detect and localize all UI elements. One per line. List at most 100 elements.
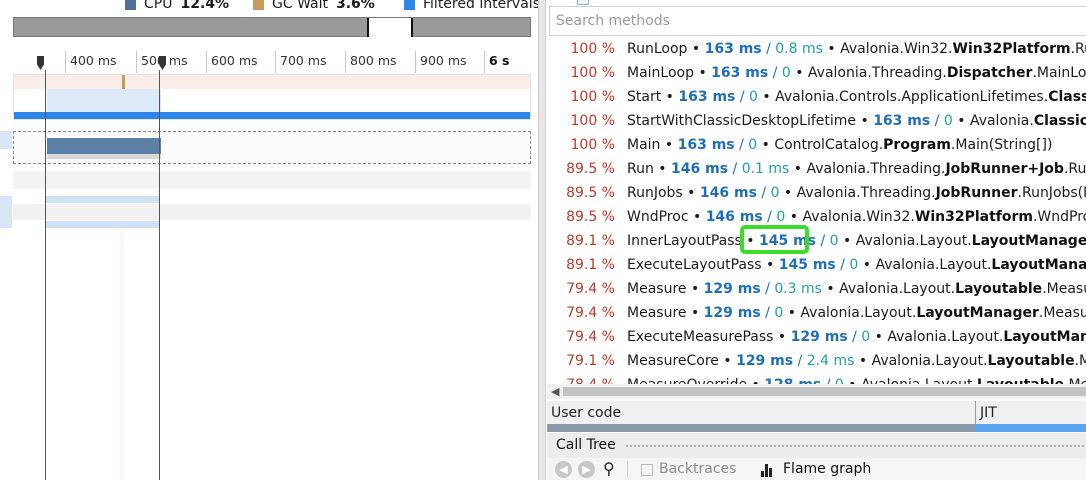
legend-filtered[interactable]: Filtered intervals bbox=[404, 0, 540, 12]
bullet: • bbox=[773, 329, 791, 345]
method-row[interactable]: 78.4 % MeasureOverride • 128 ms / 0 • Ava… bbox=[547, 373, 1086, 384]
highlight-annotation bbox=[740, 225, 809, 254]
scrollbar-thumb[interactable] bbox=[563, 387, 1086, 396]
backtraces-label: Backtraces bbox=[659, 461, 737, 477]
thread-track[interactable] bbox=[13, 171, 531, 189]
flame-graph-label: Flame graph bbox=[783, 461, 872, 477]
class-name: Program bbox=[883, 137, 951, 153]
legend-cpu[interactable]: CPU 12.4% bbox=[125, 0, 229, 12]
thread-row-selection[interactable] bbox=[0, 131, 12, 149]
bullet: • bbox=[785, 209, 803, 225]
time-separator: / bbox=[761, 41, 776, 57]
method-row[interactable]: 89.5 % Run • 146 ms / 0.1 ms • Avalonia.T… bbox=[547, 157, 1086, 181]
methods-tree[interactable]: 100 % RunLoop • 163 ms / 0.8 ms • Avaloni… bbox=[547, 37, 1086, 384]
user-code-fill bbox=[547, 424, 975, 432]
cpu-swatch bbox=[125, 0, 136, 10]
thread-row-selection[interactable] bbox=[0, 196, 12, 228]
time-separator: / bbox=[793, 353, 807, 369]
code-type-bar[interactable]: User code JIT bbox=[547, 401, 1086, 432]
method-percent: 89.5 % bbox=[566, 209, 615, 225]
namespace: Avalonia.Win32. bbox=[840, 41, 953, 57]
overview-visible-window[interactable] bbox=[367, 18, 413, 37]
method-text: Main • 163 ms / 0 • ControlCatalog.Progr… bbox=[627, 133, 1052, 157]
total-time: 146 ms bbox=[699, 185, 757, 201]
jit-label[interactable]: JIT bbox=[980, 405, 997, 421]
namespace: Avalonia.Layout. bbox=[800, 305, 917, 321]
cpu-track[interactable] bbox=[13, 74, 531, 120]
own-time: 0 bbox=[829, 233, 839, 249]
time-separator: / bbox=[768, 65, 782, 81]
method-row[interactable]: 100 % RunLoop • 163 ms / 0.8 ms • Avaloni… bbox=[547, 37, 1086, 61]
namespace: Avalonia.Layout. bbox=[861, 377, 977, 384]
bullet: • bbox=[718, 353, 737, 369]
namespace: Avalonia.Layout. bbox=[855, 233, 972, 249]
legend-gc-value: 3.6% bbox=[335, 0, 375, 12]
method-signature: .Measure(Size bbox=[1042, 281, 1086, 297]
method-row[interactable]: 79.4 % Measure • 129 ms / 0 • Avalonia.La… bbox=[547, 301, 1086, 325]
pane-splitter[interactable] bbox=[538, 0, 546, 480]
method-row[interactable]: 100 % Start • 163 ms / 0 • Avalonia.Contr… bbox=[547, 85, 1086, 109]
own-time: 0.3 ms bbox=[774, 281, 822, 297]
scroll-left-icon[interactable]: ◀ bbox=[551, 385, 559, 398]
time-separator: / bbox=[930, 113, 944, 129]
method-name: MeasureOverride bbox=[627, 377, 747, 384]
namespace: Avalonia.Layout. bbox=[871, 353, 988, 369]
method-row[interactable]: 89.5 % RunJobs • 146 ms / 0 • Avalonia.Th… bbox=[547, 181, 1086, 205]
method-name: Measure bbox=[627, 281, 687, 297]
method-percent: 79.4 % bbox=[566, 329, 615, 345]
bullet: • bbox=[653, 161, 672, 177]
method-signature: .Main(String[]) bbox=[950, 137, 1053, 153]
own-time: 0.1 ms bbox=[741, 161, 790, 177]
method-row[interactable]: 89.5 % WndProc • 146 ms / 0 • Avalonia.Wi… bbox=[547, 205, 1086, 229]
horizontal-scrollbar[interactable]: ◀ bbox=[547, 384, 1086, 399]
user-code-label[interactable]: User code bbox=[551, 405, 621, 421]
bullet: • bbox=[870, 329, 888, 345]
time-separator: / bbox=[847, 329, 862, 345]
total-time: 163 ms bbox=[678, 89, 736, 105]
time-separator: / bbox=[760, 305, 775, 321]
call-tree-header: Call Tree bbox=[547, 433, 1086, 458]
bullet: • bbox=[757, 137, 775, 153]
method-row[interactable]: 89.1 % InnerLayoutPass • 145 ms / 0 • Ava… bbox=[547, 229, 1086, 253]
thread-track[interactable] bbox=[13, 196, 531, 228]
gc-swatch bbox=[253, 0, 264, 10]
search-box[interactable] bbox=[549, 6, 1086, 36]
method-row[interactable]: 79.1 % MeasureCore • 129 ms / 2.4 ms • Av… bbox=[547, 349, 1086, 373]
class-name: LayoutManager bbox=[991, 257, 1086, 273]
time-separator: / bbox=[760, 281, 775, 297]
method-row[interactable]: 100 % Main • 163 ms / 0 • ControlCatalog.… bbox=[547, 133, 1086, 157]
gc-guide bbox=[120, 230, 124, 480]
thread-activity-bar bbox=[46, 221, 160, 228]
own-time: 2.4 ms bbox=[806, 353, 855, 369]
flame-graph-button[interactable]: Flame graph bbox=[761, 461, 871, 477]
timeline-overview[interactable] bbox=[13, 17, 531, 37]
timeline-pane[interactable]: CPU 12.4% GC Wait 3.6% Filtered interval… bbox=[0, 0, 540, 480]
method-name: Run bbox=[627, 161, 654, 177]
backtraces-button[interactable]: Backtraces bbox=[641, 461, 736, 477]
bullet: • bbox=[838, 233, 856, 249]
own-time: 0 bbox=[849, 257, 859, 273]
class-name: Win32Platform bbox=[914, 209, 1033, 225]
main-thread-track[interactable] bbox=[13, 131, 531, 164]
timeline-legend: CPU 12.4% GC Wait 3.6% Filtered interval… bbox=[0, 0, 540, 14]
method-percent: 79.4 % bbox=[566, 281, 615, 297]
header-grip bbox=[625, 444, 1086, 448]
search-methods-input[interactable] bbox=[550, 7, 1086, 35]
search-icon[interactable]: ⚲ bbox=[603, 459, 615, 478]
method-row[interactable]: 79.4 % Measure • 129 ms / 0.3 ms • Avalon… bbox=[547, 277, 1086, 301]
method-text: ExecuteLayoutPass • 145 ms / 0 • Avaloni… bbox=[627, 253, 1086, 277]
toolbar-separator bbox=[627, 461, 628, 478]
method-row[interactable]: 89.1 % ExecuteLayoutPass • 145 ms / 0 • A… bbox=[547, 253, 1086, 277]
total-time: 129 ms bbox=[736, 353, 794, 369]
flame-graph-icon bbox=[761, 464, 775, 477]
forward-icon[interactable]: ▶ bbox=[578, 461, 595, 478]
jit-fill bbox=[975, 424, 1086, 432]
legend-gc[interactable]: GC Wait 3.6% bbox=[253, 0, 375, 12]
method-row[interactable]: 100 % MainLoop • 163 ms / 0 • Avalonia.Th… bbox=[547, 61, 1086, 85]
method-row[interactable]: 79.4 % ExecuteMeasurePass • 129 ms / 0 • … bbox=[547, 325, 1086, 349]
method-row[interactable]: 100 % StartWithClassicDesktopLifetime • 1… bbox=[547, 109, 1086, 133]
back-icon[interactable]: ◀ bbox=[555, 461, 572, 478]
bullet: • bbox=[779, 185, 797, 201]
namespace: Avalonia.Win32. bbox=[802, 209, 915, 225]
top-tab-indicator[interactable] bbox=[577, 0, 589, 5]
